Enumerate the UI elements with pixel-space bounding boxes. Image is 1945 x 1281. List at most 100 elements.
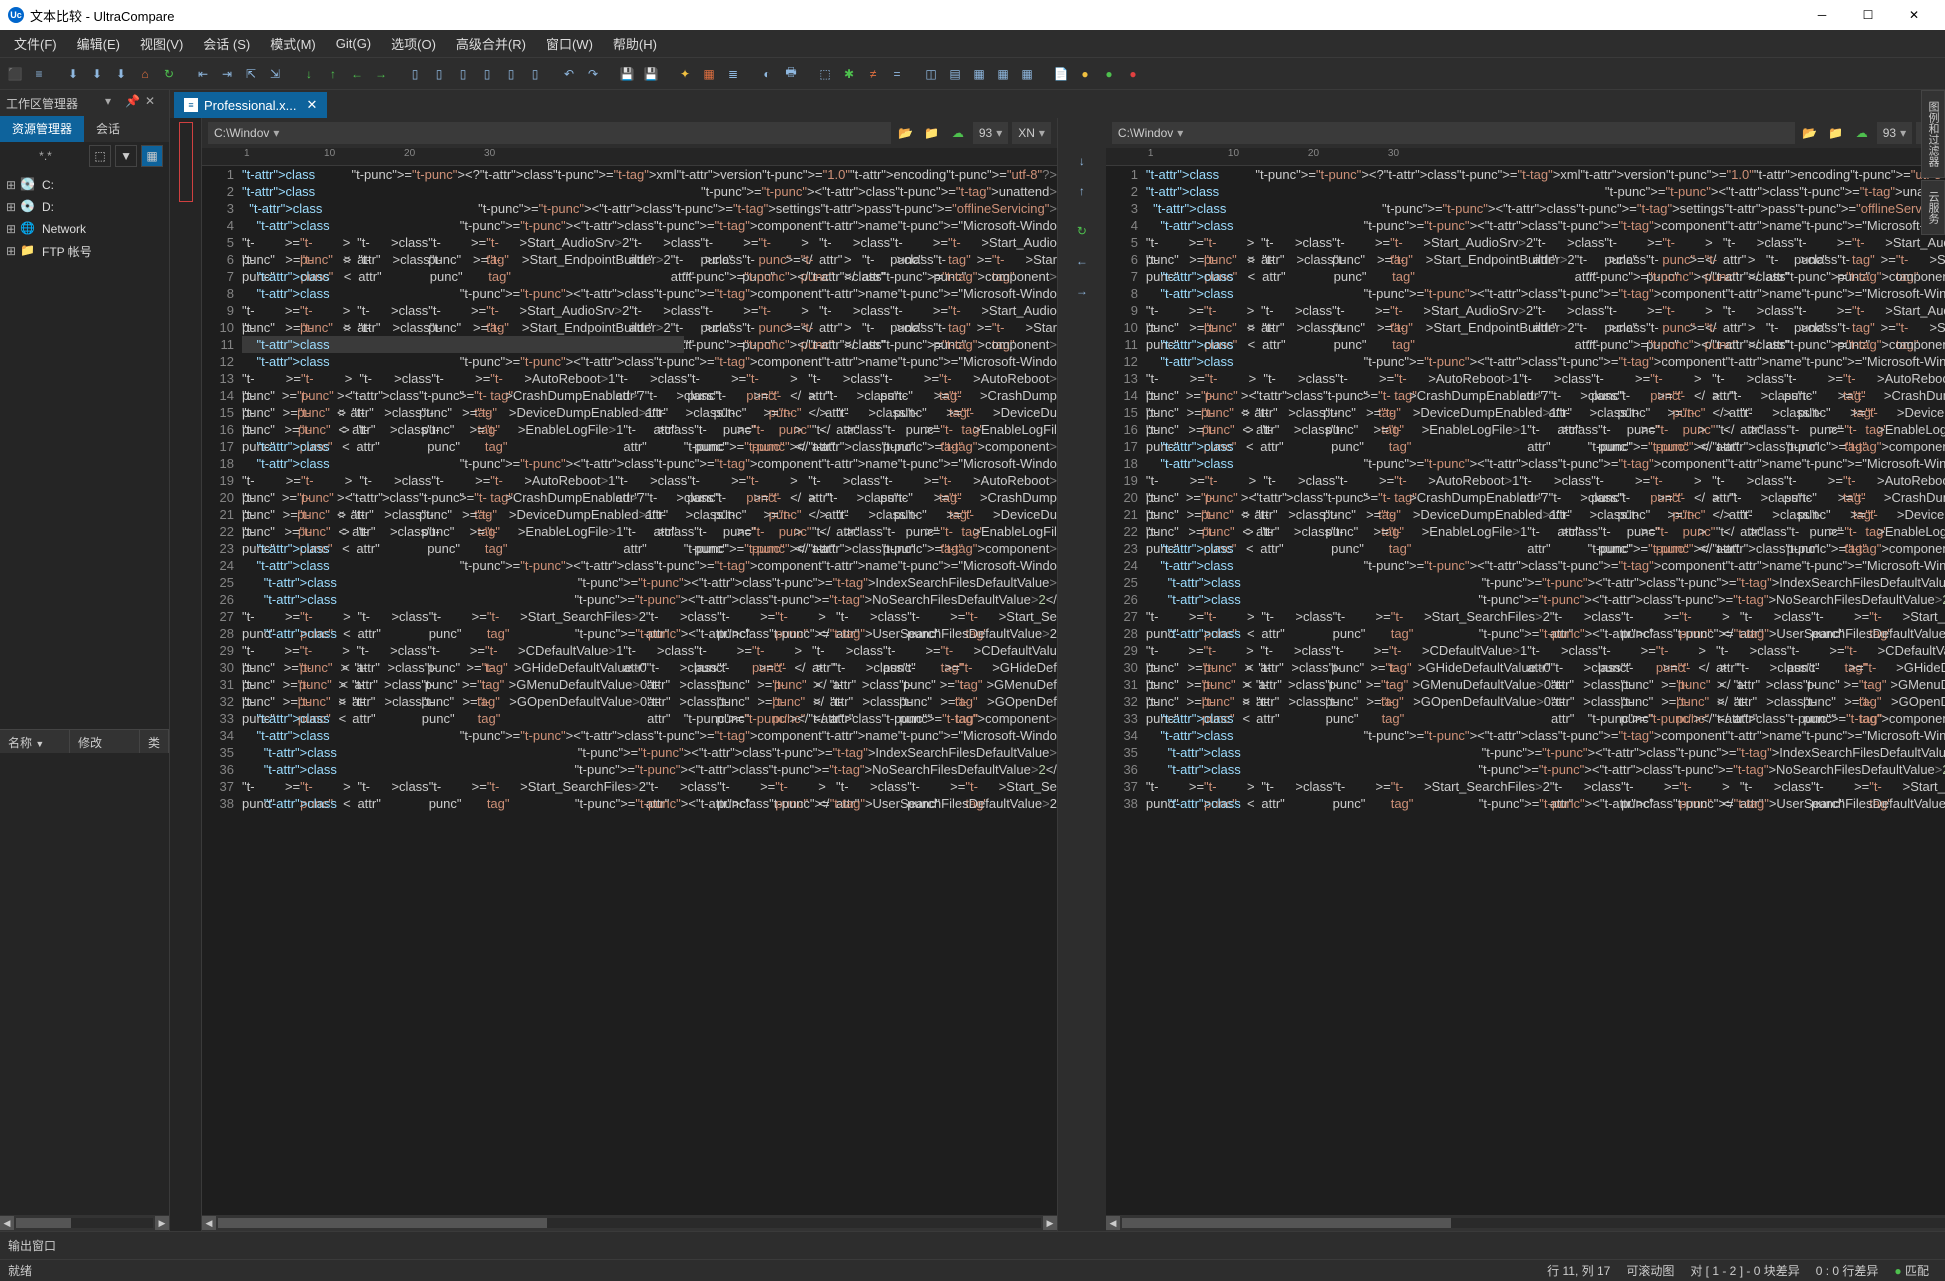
filter-funnel-icon[interactable]: ▼ — [115, 145, 137, 167]
code-line[interactable]: 7 "t-attr">class"t-punc">="t-punc"></"t-… — [202, 268, 1057, 285]
code-line[interactable]: 8 "t-attr">class"t-punc">="t-punc"><"t-a… — [202, 285, 1057, 302]
output-panel-header[interactable]: 输出窗口 — [0, 1231, 1945, 1259]
filter-view-icon[interactable]: ▦ — [141, 145, 163, 167]
tb-nextdiff-icon[interactable]: ⇥ — [216, 63, 238, 85]
code-line[interactable]: 24 "t-attr">class"t-punc">="t-punc"><"t-… — [1106, 557, 1945, 574]
tb-equal-icon[interactable]: = — [886, 63, 908, 85]
code-line[interactable]: 33 "t-attr">class"t-punc">="t-punc"></"t… — [202, 710, 1057, 727]
code-line[interactable]: 21 "t-attr">class"t-punc">="t-punc"><"t-… — [1106, 506, 1945, 523]
code-line[interactable]: 15 "t-attr">class"t-punc">="t-punc"><"t-… — [202, 404, 1057, 421]
code-line[interactable]: 30 "t-attr">class"t-punc">="t-punc"><"t-… — [202, 659, 1057, 676]
cloud-down-icon[interactable]: ☁ — [1851, 122, 1873, 144]
tb-ue-icon[interactable]: ● — [1074, 63, 1096, 85]
code-line[interactable]: 31 "t-attr">class"t-punc">="t-punc"><"t-… — [202, 676, 1057, 693]
col-modified[interactable]: 修改 — [70, 730, 140, 753]
code-line[interactable]: 34 "t-attr">class"t-punc">="t-punc"><"t-… — [1106, 727, 1945, 744]
code-line[interactable]: 9 "t-attr">class"t-punc">="t-punc"><"t-a… — [202, 302, 1057, 319]
tb-panel3-icon[interactable]: ▯ — [452, 63, 474, 85]
menu-edit[interactable]: 编辑(E) — [67, 30, 130, 57]
tb-red-icon[interactable]: ● — [1122, 63, 1144, 85]
file-tab-active[interactable]: ≡ Professional.x... ✕ — [174, 92, 327, 118]
tb-panel6-icon[interactable]: ▯ — [524, 63, 546, 85]
code-line[interactable]: 3 "t-attr">class"t-punc">="t-punc"><"t-a… — [1106, 200, 1945, 217]
menu-file[interactable]: 文件(F) — [4, 30, 67, 57]
left-code-hscroll[interactable]: ◀▶ — [202, 1215, 1057, 1231]
tb-down2-icon[interactable]: ⬇ — [86, 63, 108, 85]
menu-options[interactable]: 选项(O) — [381, 30, 446, 57]
file-list[interactable] — [0, 753, 169, 1216]
code-line[interactable]: 1"t-attr">class"t-punc">="t-punc"><?"t-a… — [202, 166, 1057, 183]
code-line[interactable]: 8 "t-attr">class"t-punc">="t-punc"><"t-a… — [1106, 285, 1945, 302]
tb-sparkle-icon[interactable]: ✦ — [674, 63, 696, 85]
tb-rightarrow-icon[interactable]: → — [370, 63, 392, 85]
workspace-dropdown-icon[interactable]: ▾ — [105, 94, 123, 112]
tb-downarrow-icon[interactable]: ↓ — [298, 63, 320, 85]
minimap[interactable] — [170, 118, 202, 1231]
code-line[interactable]: 12 "t-attr">class"t-punc">="t-punc"><"t-… — [202, 353, 1057, 370]
tb-down1-icon[interactable]: ⬇ — [62, 63, 84, 85]
tb-bars-icon[interactable]: ≡ — [28, 63, 50, 85]
code-line[interactable]: 37 "t-attr">class"t-punc">="t-punc"><"t-… — [202, 778, 1057, 795]
code-line[interactable]: 6 "t-attr">class"t-punc">="t-punc"><"t-a… — [1106, 251, 1945, 268]
code-line[interactable]: 19 "t-attr">class"t-punc">="t-punc"><"t-… — [202, 472, 1057, 489]
code-line[interactable]: 36 "t-attr">class"t-punc">="t-punc"><"t-… — [202, 761, 1057, 778]
left-code[interactable]: 1"t-attr">class"t-punc">="t-punc"><?"t-a… — [202, 166, 1057, 1215]
tb-lines-icon[interactable]: ≣ — [722, 63, 744, 85]
code-line[interactable]: 17 "t-attr">class"t-punc">="t-punc"></"t… — [1106, 438, 1945, 455]
code-line[interactable]: 2"t-attr">class"t-punc">="t-punc"><"t-at… — [1106, 183, 1945, 200]
tb-down3-icon[interactable]: ⬇ — [110, 63, 132, 85]
tb-refresh-icon[interactable]: ↻ — [158, 63, 180, 85]
cloud-down-icon[interactable]: ☁ — [947, 122, 969, 144]
workspace-pin-icon[interactable]: 📌 — [125, 94, 143, 112]
code-line[interactable]: 19 "t-attr">class"t-punc">="t-punc"><"t-… — [1106, 472, 1945, 489]
menu-session[interactable]: 会话 (S) — [193, 30, 260, 57]
code-line[interactable]: 5 "t-attr">class"t-punc">="t-punc"><"t-a… — [202, 234, 1057, 251]
code-line[interactable]: 25 "t-attr">class"t-punc">="t-punc"><"t-… — [202, 574, 1057, 591]
code-line[interactable]: 4 "t-attr">class"t-punc">="t-punc"><"t-a… — [1106, 217, 1945, 234]
code-line[interactable]: 28 "t-attr">class"t-punc">="t-punc"><"t-… — [1106, 625, 1945, 642]
sidetab-cloud[interactable]: 云服务 — [1921, 180, 1945, 235]
code-line[interactable]: 30 "t-attr">class"t-punc">="t-punc"><"t-… — [1106, 659, 1945, 676]
tb-uparrow-icon[interactable]: ↑ — [322, 63, 344, 85]
folder-icon[interactable]: 📁 — [1825, 122, 1847, 144]
menu-merge[interactable]: 高级合并(R) — [446, 30, 536, 57]
tb-panel4-icon[interactable]: ▯ — [476, 63, 498, 85]
tb-leftarrow-icon[interactable]: ← — [346, 63, 368, 85]
tb-split3-icon[interactable]: ▦ — [968, 63, 990, 85]
code-line[interactable]: 12 "t-attr">class"t-punc">="t-punc"><"t-… — [1106, 353, 1945, 370]
tb-prevdiff-icon[interactable]: ⇤ — [192, 63, 214, 85]
folder-icon[interactable]: 📁 — [921, 122, 943, 144]
tb-filter-icon[interactable]: ⬚ — [814, 63, 836, 85]
menu-help[interactable]: 帮助(H) — [603, 30, 667, 57]
code-line[interactable]: 10 "t-attr">class"t-punc">="t-punc"><"t-… — [1106, 319, 1945, 336]
tb-123-icon[interactable]: ⬛ — [4, 63, 26, 85]
code-line[interactable]: 31 "t-attr">class"t-punc">="t-punc"><"t-… — [1106, 676, 1945, 693]
tab-explorer[interactable]: 资源管理器 — [0, 116, 84, 142]
left-num[interactable]: 93 — [973, 122, 1008, 144]
menu-view[interactable]: 视图(V) — [130, 30, 193, 57]
tb-split4-icon[interactable]: ▦ — [992, 63, 1014, 85]
code-line[interactable]: 36 "t-attr">class"t-punc">="t-punc"><"t-… — [1106, 761, 1945, 778]
close-button[interactable]: ✕ — [1891, 0, 1937, 30]
filetab-close-icon[interactable]: ✕ — [307, 97, 318, 113]
col-name[interactable]: 名称 ▼ — [0, 730, 70, 753]
tb-split5-icon[interactable]: ▦ — [1016, 63, 1038, 85]
code-line[interactable]: 15 "t-attr">class"t-punc">="t-punc"><"t-… — [1106, 404, 1945, 421]
code-line[interactable]: 11 "t-attr">class"t-punc">="t-punc"></"t… — [1106, 336, 1945, 353]
code-line[interactable]: 29 "t-attr">class"t-punc">="t-punc"><"t-… — [1106, 642, 1945, 659]
tb-globe-icon[interactable]: ◐ — [756, 63, 778, 85]
code-line[interactable]: 6 "t-attr">class"t-punc">="t-punc"><"t-a… — [202, 251, 1057, 268]
code-line[interactable]: 22 "t-attr">class"t-punc">="t-punc"><"t-… — [1106, 523, 1945, 540]
col-type[interactable]: 类型 — [140, 730, 169, 753]
code-line[interactable]: 10 "t-attr">class"t-punc">="t-punc"><"t-… — [202, 319, 1057, 336]
status-scroll[interactable]: 可滚动图 — [1626, 1262, 1674, 1279]
code-line[interactable]: 13 "t-attr">class"t-punc">="t-punc"><"t-… — [202, 370, 1057, 387]
code-line[interactable]: 21 "t-attr">class"t-punc">="t-punc"><"t-… — [202, 506, 1057, 523]
nav-down-icon[interactable]: ↓ — [1069, 148, 1095, 174]
code-line[interactable]: 9 "t-attr">class"t-punc">="t-punc"><"t-a… — [1106, 302, 1945, 319]
tb-panel5-icon[interactable]: ▯ — [500, 63, 522, 85]
tb-firstdiff-icon[interactable]: ⇱ — [240, 63, 262, 85]
tb-lastdiff-icon[interactable]: ⇲ — [264, 63, 286, 85]
code-line[interactable]: 26 "t-attr">class"t-punc">="t-punc"><"t-… — [1106, 591, 1945, 608]
code-line[interactable]: 18 "t-attr">class"t-punc">="t-punc"><"t-… — [1106, 455, 1945, 472]
